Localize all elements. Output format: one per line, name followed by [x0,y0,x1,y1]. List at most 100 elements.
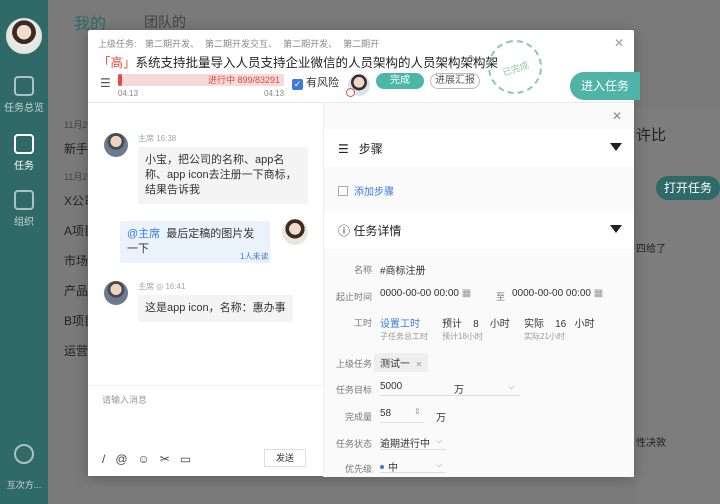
priority-dot [380,465,384,469]
send-button[interactable]: 发送 [264,449,306,467]
task-detail-dialog: ✕ 主席 16:38 小宝，把公司的名称、app名称、app icon去注册一下… [88,102,634,477]
add-step-button[interactable]: 添加步骤 [338,183,394,198]
sidebar-item-label: 组织 [14,217,34,228]
remove-icon[interactable]: ✕ [416,360,423,369]
add-user-icon[interactable] [0,444,48,467]
message-meta: 主席 ◎ 16:41 [138,282,186,291]
triangle-down-icon[interactable] [610,225,622,233]
complete-button[interactable]: 完成 [376,73,424,89]
priority-select[interactable]: 中 ⌵ [380,459,446,474]
info-title: ⓘ 任务详情 [338,224,402,238]
parent-task-tag[interactable]: 测试一 ✕ [374,353,429,372]
target-field[interactable]: 5000 万 ⌵ [380,380,520,396]
subtask-actual: 实际21小时 [524,332,565,341]
target-label: 任务目标 [335,385,372,395]
status-select[interactable]: 逾期进行中 ⌵ [380,434,446,450]
progress-marker [118,74,122,86]
parent-link[interactable]: 第二期开发、 [283,39,337,49]
calendar-icon[interactable]: ▦ [594,288,603,299]
task-title-text: 系统支持批量导入人员支持企业微信的人员架构的人员架构架构架 [135,56,499,70]
sidebar-item-tasks[interactable]: 任务 [0,134,48,172]
chat-panel: 主席 16:38 小宝，把公司的名称、app名称、app icon去注册一下商标… [88,103,324,477]
sidebar-item-label: 任务总览 [4,103,44,114]
risk-checkbox[interactable]: ✓ 有风险 [292,74,339,90]
checkbox-icon [338,186,348,196]
progress-bar: 进行中 899/83291 [118,74,284,86]
unread-count[interactable]: 1人未读 [240,251,268,262]
tab-team[interactable]: 团队的 [144,12,186,32]
status-label: 任务状态 [335,439,372,449]
done-amount-field[interactable]: 58 ⇕ [380,407,424,423]
sidebar-item-org[interactable]: 组织 [0,190,48,228]
document-icon [14,134,34,154]
avatar[interactable] [282,219,308,245]
progress-text: 进行中 899/83291 [207,75,280,85]
name-label: 名称 [353,265,372,275]
parent-link[interactable]: 第二期开 [343,39,379,49]
scissors-icon[interactable]: ✂ [160,452,170,466]
org-chart-icon [14,190,34,210]
parent-link[interactable]: 第二期开发交互、 [205,39,277,49]
mention[interactable]: @主席 [127,228,160,240]
avatar[interactable] [6,18,42,54]
avatar[interactable] [104,133,128,157]
chevron-down-icon[interactable]: ⌵ [508,382,514,392]
at-icon[interactable]: @ [115,452,127,466]
triangle-down-icon[interactable] [610,143,622,151]
enter-task-button[interactable]: 进入任务 [570,72,640,100]
message-meta: 主席 16:38 [138,134,177,143]
parent-task-label: 上级任务 [335,359,372,369]
chat-message: 这是app icon，名称：惠办事 [138,295,293,322]
progress-report-button[interactable]: 进展汇报 [430,73,480,89]
sidebar: 任务总览 任务 组织 互次方... [0,0,48,504]
task-title: 「高」系统支持批量导入人员支持企业微信的人员架构的人员架构架构架 [98,52,498,71]
close-icon[interactable]: ✕ [612,109,622,123]
avatar[interactable] [104,281,128,305]
chat-message: 小宝，把公司的名称、app名称、app icon去注册一下商标，结果告诉我 [138,147,308,204]
parent-link[interactable]: 第二期开发、 [145,39,199,49]
menu-icon[interactable]: ☰ [100,76,111,90]
progress-end-time: 04:13 [264,89,285,98]
company-switcher[interactable]: 互次方... [0,478,48,491]
priority-label: 优先级 [344,464,372,474]
open-task-button[interactable]: 打开任务 [656,176,720,200]
done-amount-label: 完成量 [344,412,372,422]
set-hours-link[interactable]: 设置工时 [380,315,420,330]
info-section-header[interactable]: ⓘ 任务详情 [324,211,634,249]
chevron-down-icon[interactable]: ⌵ [436,436,442,446]
emoji-icon[interactable]: ☺ [138,452,150,466]
end-time-field[interactable]: 0000-00-00 00:00 ▦ [512,288,603,299]
divider [88,385,324,386]
to-label: 至 [496,292,506,302]
calendar-icon[interactable]: ▦ [462,288,471,299]
info-icon: ⓘ [338,224,351,238]
message-input[interactable]: 请输入消息 [102,393,147,406]
start-time-field[interactable]: 0000-00-00 00:00 ▦ [380,288,471,299]
stepper-icon[interactable]: ⇕ [414,407,421,416]
slash-icon[interactable]: / [102,452,105,466]
completed-stamp: 已完成 [480,32,550,102]
edit-icon[interactable]: ✎ [468,54,476,65]
actual-hours: 实际 16 小时 [524,319,595,330]
chevron-down-icon[interactable]: ⌵ [436,460,442,470]
parent-breadcrumb: 上级任务: 第二期开发、 第二期开发交互、 第二期开发、 第二期开 [98,37,385,50]
detail-panel: ☰ 步骤 添加步骤 ⓘ 任务详情 名称 #商标注册 起止时间 0000-00-0… [324,103,634,477]
folder-icon[interactable]: ▭ [180,452,191,466]
list-icon: ☰ [338,142,349,156]
close-icon[interactable]: ✕ [614,36,624,50]
right-text: 许比 [636,127,667,144]
steps-section-header[interactable]: ☰ 步骤 [324,129,634,167]
risk-label: 有风险 [306,77,339,89]
priority-badge: 「高」 [98,56,136,70]
sidebar-item-overview[interactable]: 任务总览 [0,76,48,114]
user-plus-icon [14,444,34,464]
right-text: 性决敦 [636,438,666,449]
right-text: 四给了 [636,244,666,255]
checkbox-checked-icon: ✓ [292,79,303,90]
sidebar-item-label: 任务 [14,161,34,172]
status-dot [346,88,355,97]
chat-toolbar: / @ ☺ ✂ ▭ [102,452,201,466]
name-field[interactable]: #商标注册 [380,262,426,277]
progress-start-time: 04:13 [118,89,139,98]
hours-label: 工时 [353,318,372,328]
